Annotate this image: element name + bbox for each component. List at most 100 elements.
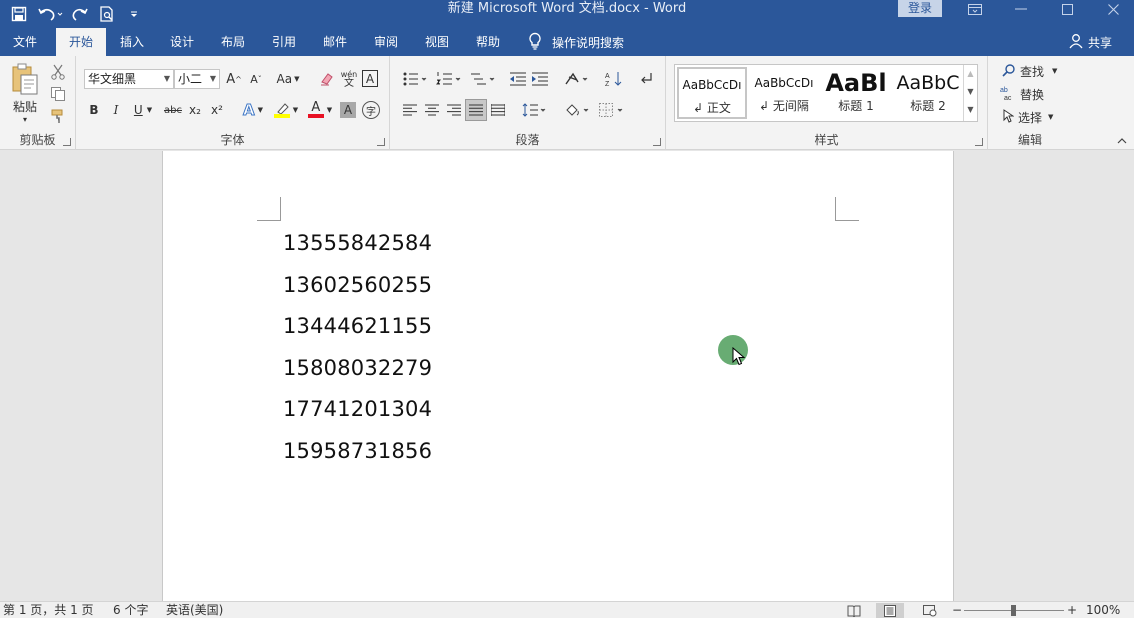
increase-indent-icon[interactable] [530,69,550,89]
tab-references[interactable]: 引用 [262,28,306,56]
clear-formatting-icon[interactable] [317,69,337,89]
underline-button[interactable]: U ▼ [128,100,158,120]
grow-font-button[interactable]: A ^ [225,69,243,89]
document-line[interactable]: 17741201304 [283,389,432,431]
shading-icon[interactable] [562,100,594,120]
select-label: 选择 [1018,110,1043,125]
font-size-select[interactable]: 小二 ▼ [174,69,220,89]
text-effects-button[interactable]: A ▼ [238,100,268,120]
page-count[interactable]: 第 1 页，共 1 页 [3,602,94,618]
copy-icon[interactable] [48,84,68,104]
document-line[interactable]: 15958731856 [283,431,432,473]
chevron-up-icon[interactable]: ▲ [964,65,977,83]
styles-more-icon[interactable]: ▼ [964,101,977,119]
borders-icon[interactable] [596,100,628,120]
align-left-icon[interactable] [400,100,420,120]
chinese-layout-icon[interactable] [562,69,592,89]
zoom-out-button[interactable]: − [952,602,962,618]
character-shading-button[interactable]: A [340,102,356,118]
font-name-value: 华文细黑 [88,72,137,86]
word-count[interactable]: 6 个字 [113,602,148,618]
italic-button[interactable]: I [106,100,126,120]
show-formatting-marks-icon[interactable] [636,69,656,89]
font-name-select[interactable]: 华文细黑 ▼ [84,69,174,89]
read-mode-icon[interactable] [840,603,868,618]
strikethrough-button[interactable]: abc [162,100,184,120]
zoom-slider-thumb[interactable] [1011,605,1016,616]
tab-mailings[interactable]: 邮件 [313,28,357,56]
collapse-ribbon-icon[interactable] [1114,134,1130,148]
find-button[interactable]: 查找 ▼ [1002,61,1064,81]
justify-icon[interactable] [465,99,487,121]
sort-icon[interactable]: AZ [604,69,624,89]
shrink-font-button[interactable]: Aˇ [247,69,265,89]
enclose-characters-label: 字 [366,106,376,118]
document-body[interactable]: 13555842584 13602560255 13444621155 1580803… [283,223,432,472]
share-button[interactable]: 共享 [1068,28,1112,56]
styles-group-label: 样式 [814,133,839,147]
align-right-icon[interactable] [444,100,464,120]
web-layout-icon[interactable] [916,603,944,618]
style-normal[interactable]: AaBbCcDı ↲ 正文 [677,67,747,119]
tab-design[interactable]: 设计 [160,28,204,56]
multilevel-list-icon[interactable] [468,69,498,89]
font-color-button[interactable]: A ▼ [304,100,336,120]
tab-view[interactable]: 视图 [415,28,459,56]
character-border-button[interactable]: A [362,70,378,87]
tab-layout[interactable]: 布局 [211,28,255,56]
tab-file[interactable]: 文件 [2,28,48,56]
document-line[interactable]: 13602560255 [283,265,432,307]
maximize-icon[interactable] [1044,0,1090,18]
style-no-spacing[interactable]: AaBbCcDı ↲ 无间隔 [749,67,819,119]
document-line[interactable]: 13555842584 [283,223,432,265]
zoom-in-button[interactable]: + [1067,602,1077,618]
login-button[interactable]: 登录 [898,0,942,17]
tab-insert[interactable]: 插入 [110,28,154,56]
chevron-down-icon[interactable]: ▼ [964,83,977,101]
editing-group: 查找 ▼ ab ac 替换 选择 ▼ 编辑 [988,56,1072,150]
line-spacing-icon[interactable] [520,100,550,120]
tab-home[interactable]: 开始 [56,28,106,56]
paste-button[interactable]: 粘贴 ▾ [6,62,44,124]
tell-me-search[interactable]: 操作说明搜索 [528,28,624,56]
close-icon[interactable] [1090,0,1134,18]
select-button[interactable]: 选择 ▼ [1002,107,1064,127]
enclose-characters-button[interactable]: 字 [362,101,380,119]
style-heading-2[interactable]: AaBbC 标题 2 [893,67,963,119]
font-launcher-icon[interactable] [377,138,385,146]
format-painter-icon[interactable] [48,106,68,126]
decrease-indent-icon[interactable] [508,69,528,89]
document-line[interactable]: 13444621155 [283,306,432,348]
ribbon-tabs: 文件 开始 插入 设计 布局 引用 邮件 审阅 视图 帮助 操作说明搜索 共享 [0,28,1134,56]
highlighter-icon [273,102,290,118]
grow-font-label: A [226,71,236,87]
superscript-button[interactable]: x² [208,100,226,120]
paragraph-launcher-icon[interactable] [653,138,661,146]
lightbulb-icon [528,32,542,53]
subscript-button[interactable]: x₂ [186,100,204,120]
minimize-icon[interactable] [998,0,1044,18]
font-color-icon: A [307,101,324,118]
cut-icon[interactable] [48,62,68,82]
document-page[interactable]: 13555842584 13602560255 13444621155 1580803… [162,151,954,601]
document-line[interactable]: 15808032279 [283,348,432,390]
ribbon-display-options-icon[interactable] [952,0,998,18]
print-layout-icon[interactable] [876,603,904,618]
tab-help[interactable]: 帮助 [466,28,510,56]
bold-button[interactable]: B [84,100,104,120]
styles-launcher-icon[interactable] [975,138,983,146]
bullets-icon[interactable] [400,69,430,89]
replace-button[interactable]: ab ac 替换 [1000,84,1062,104]
tab-review[interactable]: 审阅 [364,28,408,56]
align-center-icon[interactable] [422,100,442,120]
numbering-icon[interactable] [434,69,464,89]
clipboard-launcher-icon[interactable] [63,138,71,146]
styles-gallery: AaBbCcDı ↲ 正文 AaBbCcDı ↲ 无间隔 AaBl 标题 1 A… [674,64,978,122]
language-indicator[interactable]: 英语(美国) [166,602,223,618]
distributed-align-icon[interactable] [488,100,508,120]
phonetic-guide-button[interactable]: wén 文 [339,69,359,89]
style-heading-1[interactable]: AaBl 标题 1 [821,67,891,119]
highlight-color-button[interactable]: ▼ [270,100,302,120]
change-case-button[interactable]: Aa ▼ [274,69,302,89]
zoom-level[interactable]: 100% [1086,602,1120,618]
